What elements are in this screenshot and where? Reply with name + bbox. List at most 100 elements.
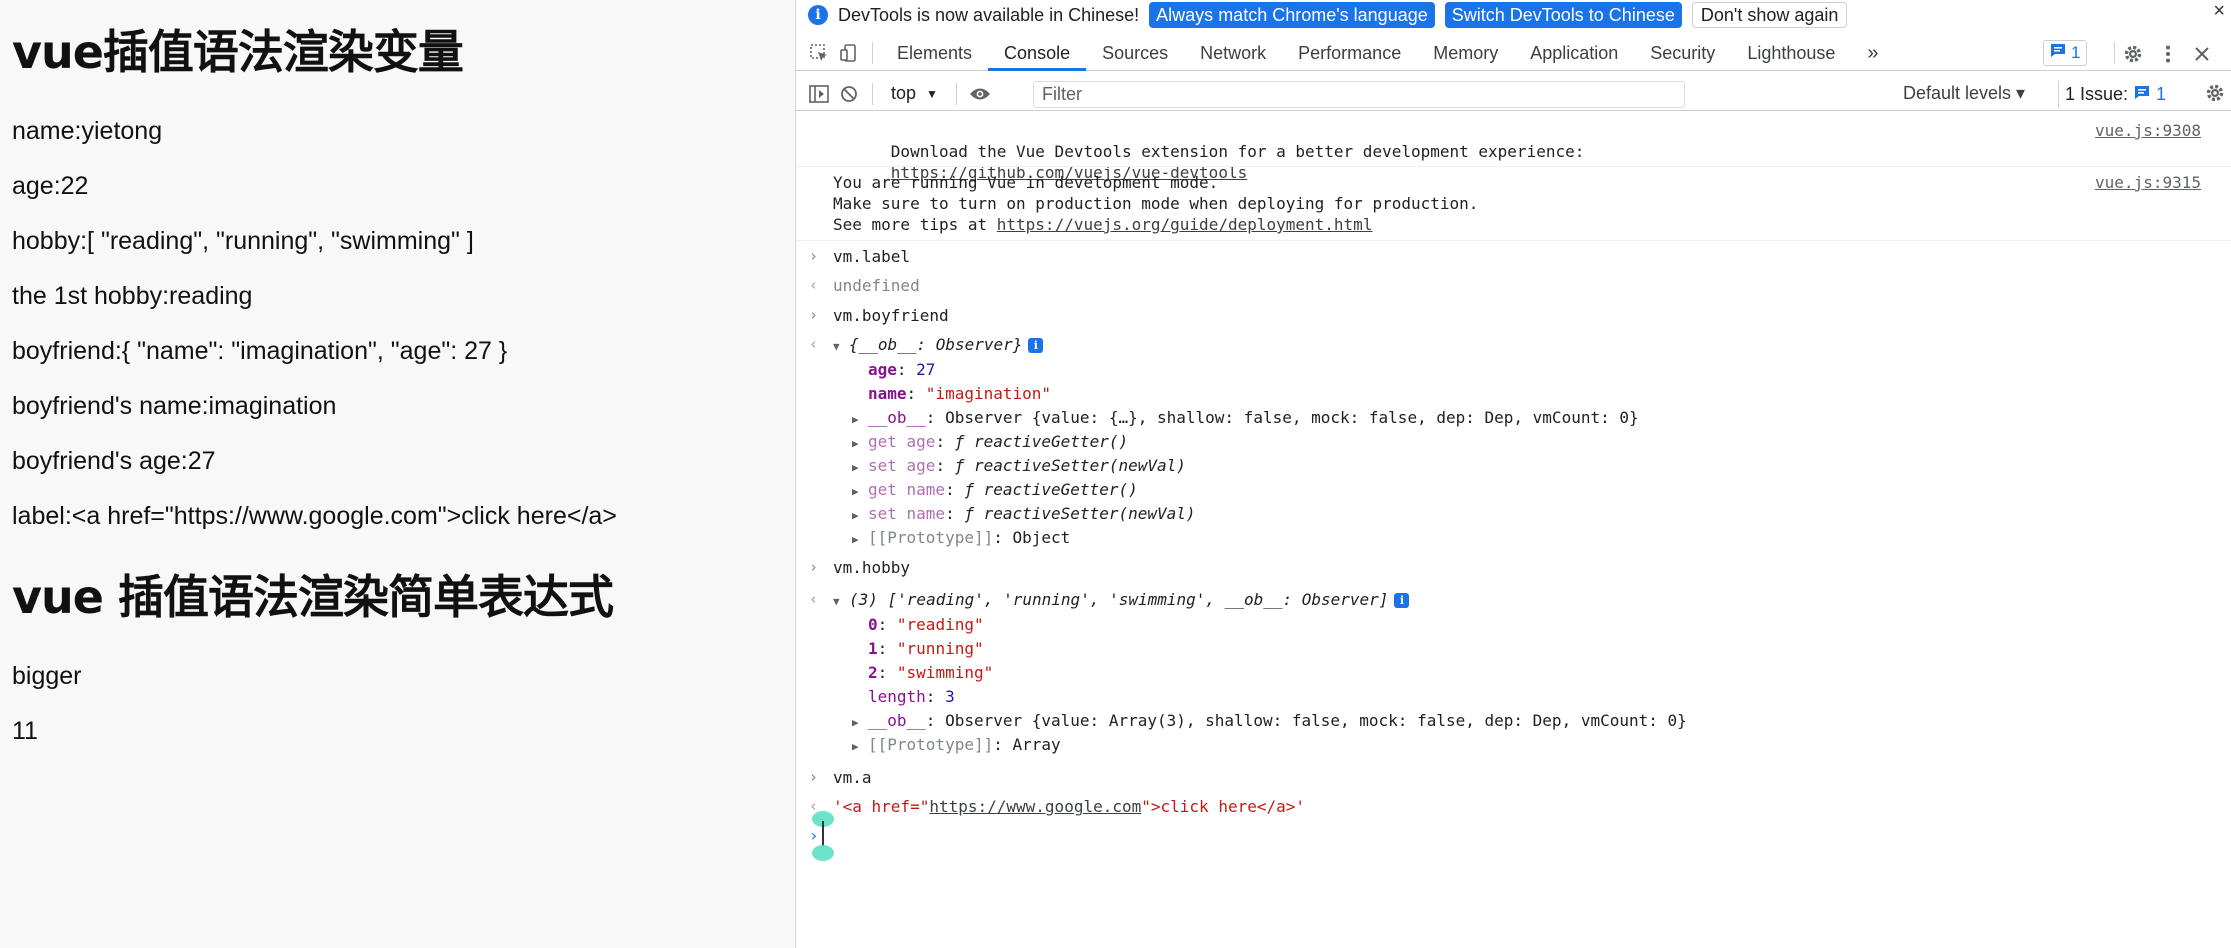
devtools-panel: i DevTools is now available in Chinese! …	[795, 0, 2231, 948]
tab-lighthouse[interactable]: Lighthouse	[1731, 36, 1851, 71]
issue-chip-label: 1 Issue:	[2065, 84, 2129, 104]
line-first-hobby: the 1st hobby:reading	[12, 282, 253, 310]
command-vm-boyfriend: vm.boyfriend	[833, 306, 949, 325]
settings-gear-icon[interactable]	[2118, 39, 2148, 69]
prop-prototype[interactable]: ▶ [[Prototype]]: Object	[852, 527, 1070, 550]
rendered-page: vue插值语法渲染变量 name:yietong age:22 hobby:[ …	[0, 0, 794, 948]
dont-show-again-button[interactable]: Don't show again	[1691, 2, 1848, 28]
source-link-9308[interactable]: vue.js:9308	[2095, 120, 2201, 141]
tab-console[interactable]: Console	[988, 36, 1087, 71]
info-icon: i	[808, 5, 828, 25]
array-summary-text: (3) ['reading', 'running', 'swimming', _…	[849, 590, 1389, 609]
sidebar-toggle-icon[interactable]	[804, 79, 834, 109]
prop-key: __ob__	[868, 408, 926, 427]
log-text: See more tips at	[833, 215, 997, 234]
prop-value: "swimming"	[896, 663, 994, 682]
issues-chip-button[interactable]: 1 Issue: 1	[2058, 81, 2172, 108]
expand-triangle-icon: ▶	[852, 437, 859, 450]
prop-name: name: "imagination"	[868, 384, 1052, 403]
array-ob[interactable]: ▶ __ob__: Observer {value: Array(3), shal…	[852, 710, 1687, 733]
expand-triangle-icon: ▶	[852, 533, 859, 546]
array-length: length: 3	[868, 687, 955, 706]
console-settings-gear-icon[interactable]	[2200, 78, 2230, 108]
text-cursor-handle-bottom	[812, 845, 834, 861]
panel-tabbar: Elements Console Sources Network Perform…	[796, 36, 2231, 71]
expand-triangle-open-icon: ▼	[833, 340, 840, 353]
close-devtools-icon[interactable]	[2187, 39, 2217, 69]
inspect-element-icon[interactable]	[804, 38, 834, 68]
prop-ob[interactable]: ▶ __ob__: Observer {value: {…}, shallow: …	[852, 407, 1639, 430]
prop-get-name[interactable]: ▶ get name: ƒ reactiveGetter()	[852, 479, 1138, 502]
prop-set-name[interactable]: ▶ set name: ƒ reactiveSetter(newVal)	[852, 503, 1196, 526]
tab-sources[interactable]: Sources	[1086, 36, 1184, 71]
kebab-menu-icon[interactable]	[2153, 39, 2183, 69]
message-icon	[2050, 43, 2066, 63]
output-chevron-icon: ‹	[809, 590, 819, 608]
device-toolbar-icon[interactable]	[834, 38, 864, 68]
command-vm-hobby: vm.hobby	[833, 558, 911, 577]
issue-chip-count: 1	[2156, 84, 2167, 104]
expand-triangle-icon: ▶	[852, 740, 859, 753]
array-item-1: 1: "running"	[868, 639, 984, 658]
language-infobar: i DevTools is now available in Chinese! …	[796, 0, 2231, 30]
prop-key: set age	[868, 456, 936, 475]
line-boyfriend-age: boyfriend's age:27	[12, 447, 216, 475]
line-boyfriend: boyfriend:{ "name": "imagination", "age"…	[12, 337, 508, 365]
caret-down-icon: ▼	[926, 86, 938, 101]
prop-value: "imagination"	[925, 384, 1052, 403]
issues-counter-button[interactable]: 1	[2043, 40, 2088, 66]
switch-chinese-button[interactable]: Switch DevTools to Chinese	[1444, 2, 1682, 28]
console-filter-input[interactable]	[1033, 81, 1685, 108]
line-name: name:yietong	[12, 117, 163, 145]
log-message-dev-mode-2: Make sure to turn on production mode whe…	[833, 194, 1479, 213]
array-prototype[interactable]: ▶ [[Prototype]]: Array	[852, 734, 1061, 757]
heading-variables: vue插值语法渲染变量	[12, 25, 464, 79]
line-eleven: 11	[12, 717, 38, 745]
result-vm-a: '<a href="https://www.google.com">click …	[833, 796, 1305, 817]
message-icon-small	[2134, 84, 2150, 105]
prop-key: 2	[868, 663, 878, 682]
boyfriend-object-summary[interactable]: ▼ {__ob__: Observer} i	[833, 334, 1044, 357]
prop-value: "running"	[896, 639, 984, 658]
expand-triangle-icon: ▶	[852, 461, 859, 474]
heading-expressions: vue 插值语法渲染简单表达式	[12, 570, 614, 624]
result-text: ">click here</a>'	[1141, 797, 1306, 816]
close-infobar-icon[interactable]: ×	[2213, 0, 2225, 23]
prop-value: Object	[1012, 528, 1071, 547]
clear-console-icon[interactable]	[834, 79, 864, 109]
google-link[interactable]: https://www.google.com	[929, 797, 1141, 816]
expand-triangle-open-icon: ▼	[833, 595, 840, 608]
text-cursor-caret[interactable]	[822, 821, 824, 847]
hobby-array-summary[interactable]: ▼ (3) ['reading', 'running', 'swimming', …	[833, 589, 1410, 612]
expand-triangle-icon: ▶	[852, 485, 859, 498]
tab-network[interactable]: Network	[1184, 36, 1282, 71]
context-selector[interactable]: top ▼	[891, 83, 938, 104]
issues-counter-value: 1	[2071, 43, 2081, 62]
tab-performance[interactable]: Performance	[1282, 36, 1417, 71]
input-chevron-icon: ›	[809, 306, 819, 324]
log-levels-dropdown[interactable]: Default levels ▾	[1903, 83, 2025, 104]
prop-value: ƒ reactiveSetter(newVal)	[964, 504, 1196, 523]
prop-key: [[Prototype]]	[868, 528, 994, 547]
tab-application[interactable]: Application	[1514, 36, 1634, 71]
prop-value: Observer {value: Array(3), shallow: fals…	[945, 711, 1687, 730]
result-text: '<a href="	[833, 797, 930, 816]
tab-memory[interactable]: Memory	[1417, 36, 1514, 71]
source-link-9315[interactable]: vue.js:9315	[2095, 172, 2201, 193]
line-age: age:22	[12, 172, 89, 200]
prop-value: ƒ reactiveSetter(newVal)	[954, 456, 1186, 475]
tab-elements[interactable]: Elements	[881, 36, 988, 71]
prop-value: Observer {value: {…}, shallow: false, mo…	[945, 408, 1639, 427]
live-expression-eye-icon[interactable]	[965, 79, 995, 109]
info-icon: i	[1028, 338, 1044, 353]
prop-key: age	[868, 360, 897, 379]
console-prompt-icon[interactable]: ›	[809, 825, 819, 846]
deployment-guide-link[interactable]: https://vuejs.org/guide/deployment.html	[997, 215, 1373, 234]
prop-set-age[interactable]: ▶ set age: ƒ reactiveSetter(newVal)	[852, 455, 1186, 478]
line-label: label:<a href="https://www.google.com">c…	[12, 502, 617, 530]
more-tabs-button[interactable]: »	[1851, 36, 1894, 71]
tab-security[interactable]: Security	[1634, 36, 1731, 71]
line-hobby: hobby:[ "reading", "running", "swimming"…	[12, 227, 474, 255]
match-language-button[interactable]: Always match Chrome's language	[1149, 2, 1435, 28]
prop-get-age[interactable]: ▶ get age: ƒ reactiveGetter()	[852, 431, 1128, 454]
